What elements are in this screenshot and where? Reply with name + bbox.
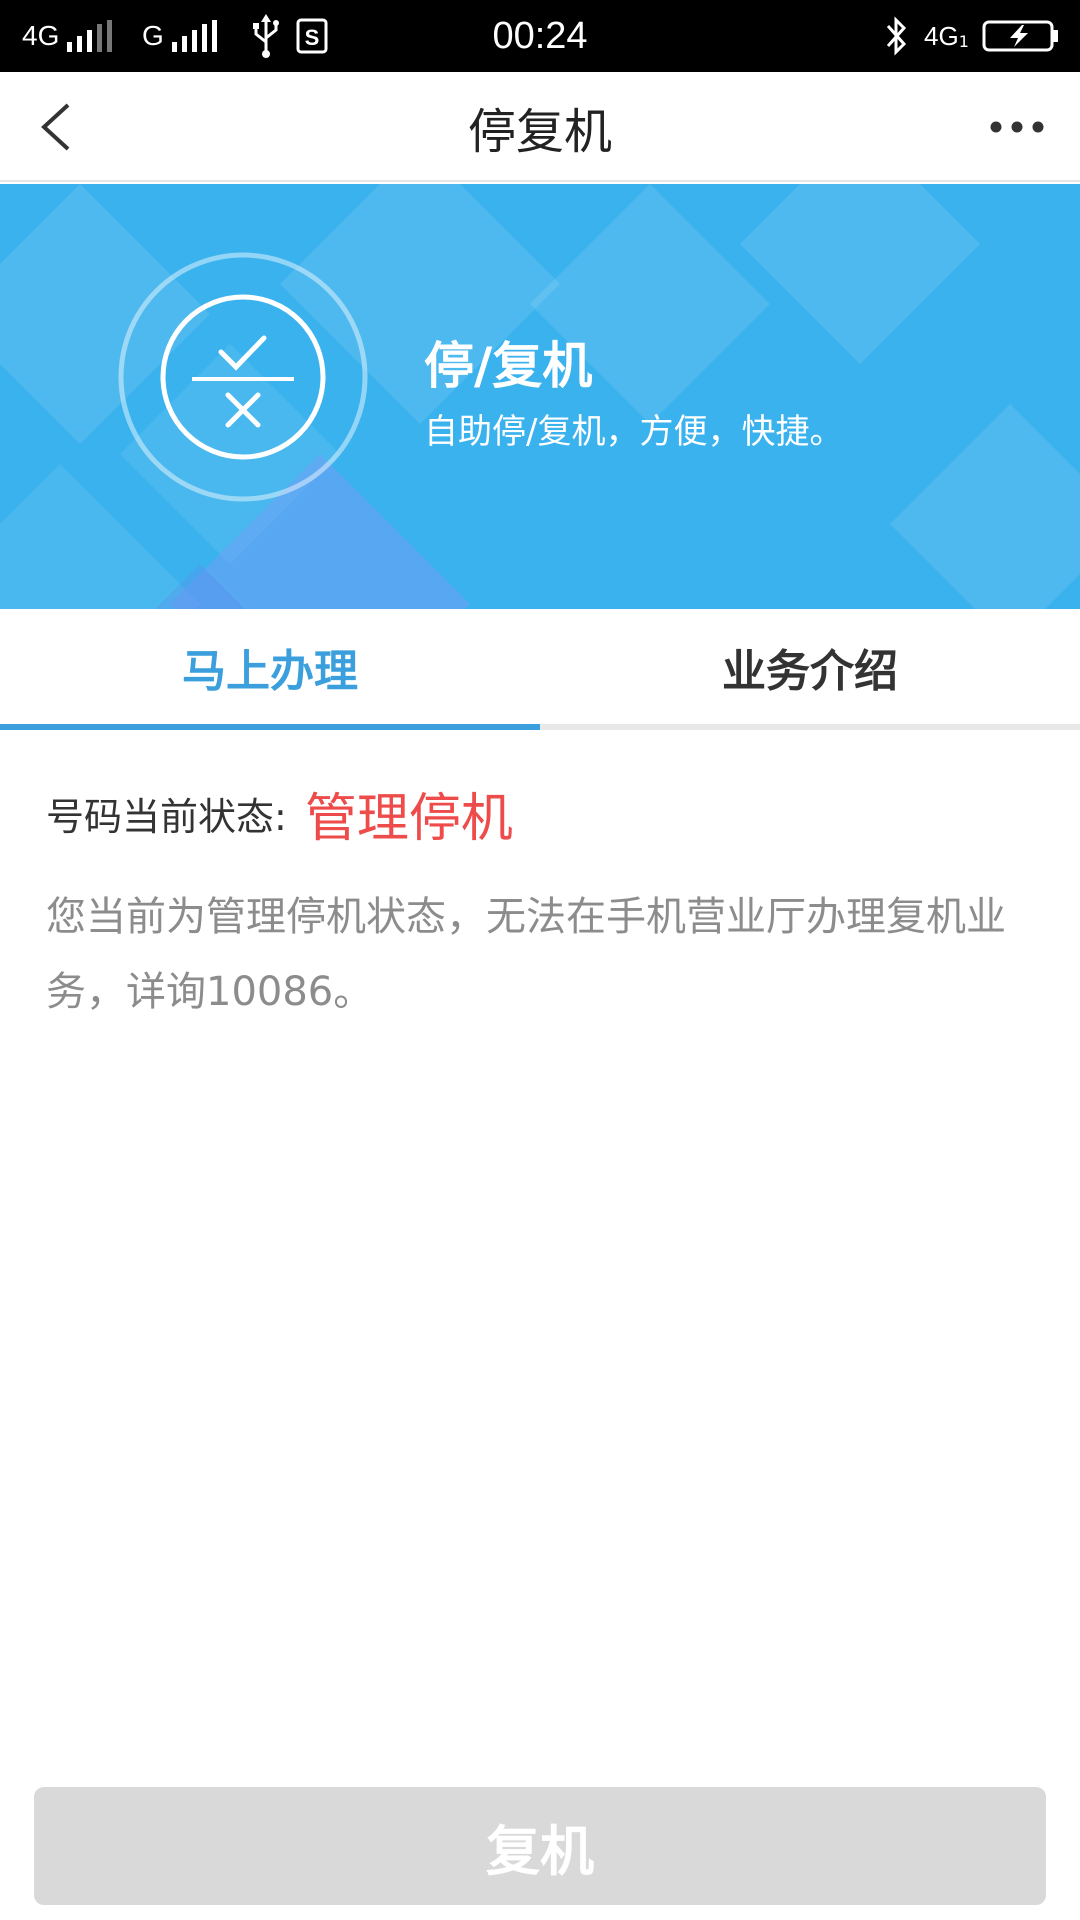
stop-resume-page: 4G G S 00:24 4G 1 停复机 停/复机 自助停/复机，方便，快捷。… [0,0,1080,1920]
tab-service-intro[interactable]: 业务介绍 [540,609,1080,730]
more-dots-icon [990,121,1044,133]
page-title: 停复机 [467,104,612,160]
check-cross-icon [118,252,368,502]
battery-charging-icon [982,0,1060,72]
clock: 00:24 [492,14,588,57]
more-button[interactable] [982,107,1052,147]
banner-subtitle: 自助停/复机，方便，快捷。 [424,412,844,452]
network-indicator-3: 4G 1 [924,0,969,72]
network-type-label: 4G [924,20,959,51]
nav-header: 停复机 [0,72,1080,182]
number-status-row: 号码当前状态: 管理停机 [46,778,513,849]
tab-bar: 马上办理 业务介绍 [0,609,1080,730]
status-bar: 4G G S 00:24 4G 1 [0,0,1080,72]
banner-title: 停/复机 [424,337,593,395]
status-value: 管理停机 [304,788,513,849]
resume-button[interactable]: 复机 [34,1787,1046,1905]
sim-slot-label: 1 [958,31,969,51]
tab-handle-now[interactable]: 马上办理 [0,609,540,730]
status-label: 号码当前状态: [46,794,287,839]
notice-text: 您当前为管理停机状态，无法在手机营业厅办理复机业务，详询10086。 [46,894,1006,1015]
bluetooth-icon [884,0,908,72]
